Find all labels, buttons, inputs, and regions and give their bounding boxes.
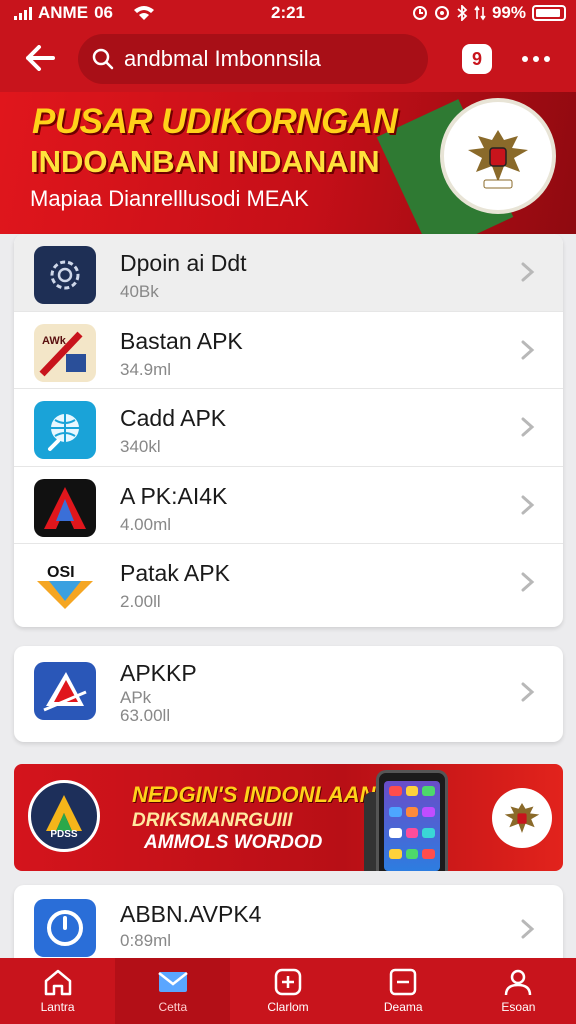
app-name: Bastan APK xyxy=(120,327,243,354)
promo-headline: NEDGIN'S INDONLAAN xyxy=(132,782,376,807)
app-name: ABBN.AVPK4 xyxy=(120,901,262,927)
app-size: 2.00ll xyxy=(120,592,161,611)
letter-a-logo-icon xyxy=(46,794,82,831)
garuda-emblem-icon xyxy=(440,98,556,214)
more-options-button[interactable] xyxy=(516,44,556,74)
app-size: 40Bk xyxy=(120,282,159,301)
app-size: 0:89ml xyxy=(120,931,172,950)
battery-percent: 99% xyxy=(491,3,526,22)
search-icon xyxy=(92,48,114,70)
nav-label: Cetta xyxy=(158,1000,188,1014)
chevron-right-icon xyxy=(521,340,535,359)
svg-text:OSI: OSI xyxy=(47,564,75,581)
hero-subtitle: INDOANBAN INDANAIN xyxy=(30,144,380,179)
user-icon xyxy=(505,969,532,996)
promo-subline: DRIKSMANRGUIII xyxy=(132,810,293,831)
list-item[interactable]: A PK:AI4K 4.00ml xyxy=(14,467,563,544)
chevron-right-icon xyxy=(521,417,535,437)
search-input[interactable]: andbmal Imbonnsila xyxy=(78,34,428,84)
badge-count: 9 xyxy=(471,48,482,69)
garuda-emblem-small-icon xyxy=(492,788,552,848)
app-size: 340kl xyxy=(120,437,161,456)
alarm-icon xyxy=(412,6,427,20)
nav-item-mail[interactable]: Cetta xyxy=(115,958,231,1024)
status-bar: ANME 06 2:21 99% xyxy=(0,0,576,26)
hero-banner[interactable]: PUSAR UDIKORNGAN INDOANBAN INDANAIN Mapi… xyxy=(0,92,576,234)
bottom-navigation: Lantra Cetta Clarlom Deama Esoan xyxy=(0,958,576,1024)
chevron-right-icon xyxy=(521,495,535,514)
app-list-card: Dpoin ai Ddt 40Bk AWk Bastan APK 34.9ml … xyxy=(14,234,563,627)
app-name: APKKP xyxy=(120,660,197,686)
nav-label: Clarlom xyxy=(267,1000,309,1014)
battery-icon xyxy=(532,5,566,21)
app-size: 4.00ml xyxy=(120,514,172,534)
list-item[interactable]: Cadd APK 340kl xyxy=(14,389,563,467)
nav-item-add[interactable]: Clarlom xyxy=(230,958,345,1024)
search-query: andbmal Imbonnsila xyxy=(124,46,321,71)
back-button[interactable] xyxy=(20,38,60,78)
nav-label: Lantra xyxy=(40,1000,75,1014)
promo-banner[interactable]: PDSS NEDGIN'S INDONLAAN DRIKSMANRGUIII A… xyxy=(14,764,563,871)
notification-badge-button[interactable]: 9 xyxy=(462,44,492,74)
app-subtitle: APk xyxy=(120,688,152,707)
phone-image xyxy=(376,770,448,871)
list-item[interactable]: OSI Patak APK 2.00ll xyxy=(14,544,563,622)
app-name: Cadd APK xyxy=(120,405,227,431)
nav-label: Deama xyxy=(383,1000,423,1014)
svg-text:AWk: AWk xyxy=(42,335,67,347)
paper-plane-icon xyxy=(34,662,96,720)
home-icon xyxy=(44,969,71,996)
osi-logo-icon: OSI xyxy=(34,556,96,614)
hero-title: PUSAR UDIKORNGAN xyxy=(32,102,398,141)
nav-item-profile[interactable]: Esoan xyxy=(461,958,576,1024)
nav-label: Esoan xyxy=(501,1000,536,1014)
chevron-right-icon xyxy=(521,572,535,592)
minus-box-icon xyxy=(389,968,417,996)
bluetooth-icon xyxy=(457,5,468,21)
gear-shield-icon xyxy=(34,246,96,304)
app-card[interactable]: APKKP APk 63.00ll xyxy=(14,646,563,742)
app-name: Patak APK xyxy=(120,560,230,586)
nav-item-home[interactable]: Lantra xyxy=(0,958,115,1024)
data-arrows-icon xyxy=(474,5,486,21)
promo-logo-text: PDSS xyxy=(50,828,78,840)
globe-icon xyxy=(34,401,96,459)
banner-flag-icon: AWk xyxy=(34,323,96,382)
more-dots-icon xyxy=(522,56,528,62)
app-name: Dpoin ai Ddt xyxy=(120,250,247,276)
chevron-right-icon xyxy=(521,262,535,282)
list-item[interactable]: Dpoin ai Ddt 40Bk xyxy=(14,234,563,312)
clock-badge-icon xyxy=(34,899,96,957)
clock: 2:21 xyxy=(270,3,306,22)
promo-logo: PDSS xyxy=(28,780,100,852)
back-arrow-icon xyxy=(26,45,55,71)
triangle-a-icon xyxy=(34,478,96,537)
app-name: A PK:AI4K xyxy=(120,482,228,509)
hero-tagline: Mapiaa Dianrelllusodi MEAK xyxy=(30,186,309,211)
list-item[interactable]: AWk Bastan APK 34.9ml xyxy=(14,312,563,389)
promo-tagline: AMMOLS WORDOD xyxy=(144,832,323,853)
status-right: 99% xyxy=(412,3,566,23)
app-bar: andbmal Imbonnsila 9 xyxy=(0,26,576,92)
nav-item-minus[interactable]: Deama xyxy=(346,958,461,1024)
chevron-right-icon xyxy=(521,919,535,939)
plus-box-icon xyxy=(274,968,302,996)
app-size: 63.00ll xyxy=(120,706,171,725)
app-size: 34.9ml xyxy=(120,359,172,379)
sync-icon xyxy=(434,6,449,20)
mail-icon xyxy=(158,972,188,992)
chevron-right-icon xyxy=(521,682,535,702)
